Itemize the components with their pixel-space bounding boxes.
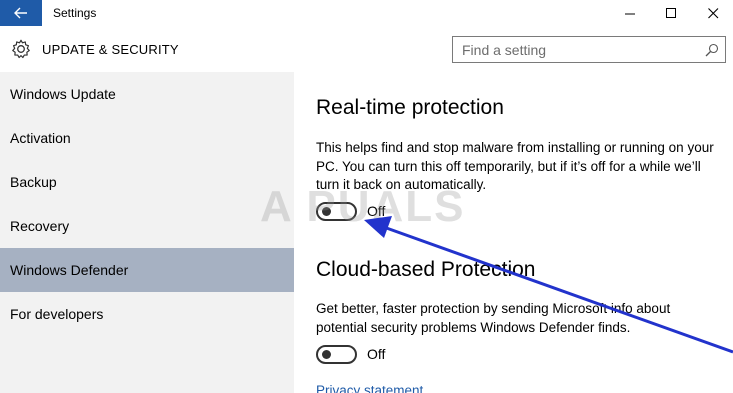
sidebar-item-label: Recovery [10,218,70,234]
sidebar-item-backup[interactable]: Backup [0,160,294,204]
main-content: Real-time protection This helps find and… [294,72,733,393]
realtime-protection-title: Real-time protection [316,96,504,119]
search-input[interactable] [453,37,693,62]
sidebar-item-label: For developers [10,306,104,322]
sidebar-item-recovery[interactable]: Recovery [0,204,294,248]
sidebar-item-activation[interactable]: Activation [0,116,294,160]
sidebar-item-label: Windows Update [10,86,116,102]
minimize-button[interactable] [607,0,653,26]
privacy-statement-link[interactable]: Privacy statement [316,383,423,393]
toggle-knob [322,350,331,359]
sidebar-item-label: Activation [10,130,71,146]
title-bar: Settings [0,0,733,26]
sidebar-item-label: Windows Defender [10,262,129,278]
realtime-protection-toggle[interactable] [316,202,357,221]
maximize-button[interactable] [648,0,694,26]
close-button[interactable] [690,0,733,26]
sidebar: Windows Update Activation Backup Recover… [0,72,294,393]
page-header: UPDATE & SECURITY [0,26,733,72]
sidebar-item-label: Backup [10,174,57,190]
search-icon[interactable] [705,43,719,57]
back-button[interactable] [0,0,42,26]
sidebar-item-windows-update[interactable]: Windows Update [0,72,294,116]
cloud-protection-toggle[interactable] [316,345,357,364]
sidebar-item-for-developers[interactable]: For developers [0,292,294,336]
page-title: UPDATE & SECURITY [42,42,179,57]
realtime-toggle-state: Off [367,203,386,219]
minimize-icon [624,13,635,14]
arrow-left-icon [14,7,27,19]
maximize-icon [665,7,676,18]
toggle-knob [322,207,331,216]
cloud-protection-title: Cloud-based Protection [316,258,536,281]
cloud-toggle-state: Off [367,346,386,362]
window-title: Settings [53,6,97,20]
search-box[interactable] [452,36,726,63]
realtime-protection-description: This helps find and stop malware from in… [316,140,714,192]
sidebar-item-windows-defender[interactable]: Windows Defender [0,248,294,292]
close-icon [707,7,718,18]
cloud-protection-description: Get better, faster protection by sending… [316,301,671,335]
gear-icon [12,39,30,59]
